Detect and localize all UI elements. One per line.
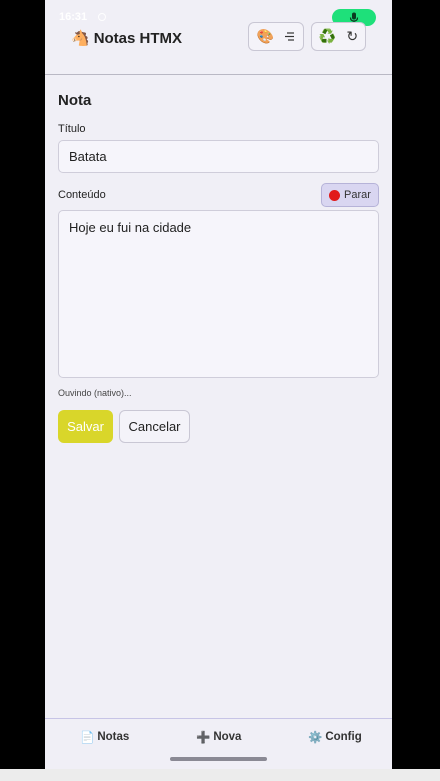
stop-dictation-button[interactable]: Parar	[321, 183, 379, 207]
theme-menu-button[interactable]: 🎨	[248, 22, 304, 51]
nav-label: Nova	[213, 731, 242, 743]
stop-label: Parar	[344, 189, 371, 201]
recycle-icon: ♻️	[318, 28, 337, 44]
status-time: 16:31	[59, 11, 88, 23]
app-title: 🐴 Notas HTMX	[71, 29, 183, 48]
listening-status: Ouvindo (nativo)...	[58, 388, 132, 398]
document-icon: 📄	[80, 732, 95, 744]
recording-dot-icon	[329, 189, 341, 201]
app-screen: 16:31 🐴 Notas HTMX 🎨 ♻️ ↻ Nota Título Co…	[45, 0, 392, 769]
nav-item-nova[interactable]: ➕ Nova	[196, 730, 241, 744]
plus-icon: ➕	[196, 732, 211, 744]
title-label: Título	[58, 123, 86, 135]
app-title-text: Notas HTMX	[93, 29, 183, 47]
save-button[interactable]: Salvar	[58, 410, 113, 443]
title-input[interactable]	[58, 140, 379, 173]
header-divider	[45, 74, 392, 75]
horse-logo-icon: 🐴	[71, 30, 90, 47]
palette-icon: 🎨	[256, 28, 275, 44]
nav-item-notas[interactable]: 📄 Notas	[80, 730, 129, 744]
refresh-icon: ↻	[346, 28, 359, 44]
settings-status-icon	[98, 13, 106, 21]
menu-lines-icon	[285, 32, 295, 41]
page-title: Nota	[58, 92, 92, 109]
content-label: Conteúdo	[58, 189, 106, 201]
screen-bottom-edge	[0, 769, 440, 781]
content-textarea[interactable]: Hoje eu fui na cidade	[58, 210, 379, 378]
nav-label: Notas	[97, 731, 130, 743]
sync-button[interactable]: ♻️ ↻	[311, 22, 366, 51]
nav-label: Config	[325, 731, 362, 743]
bottom-nav-divider	[45, 718, 392, 719]
nav-item-config[interactable]: ⚙️ Config	[308, 730, 362, 744]
cancel-button[interactable]: Cancelar	[119, 410, 190, 443]
home-indicator[interactable]	[170, 757, 267, 761]
gear-icon: ⚙️	[308, 732, 323, 744]
